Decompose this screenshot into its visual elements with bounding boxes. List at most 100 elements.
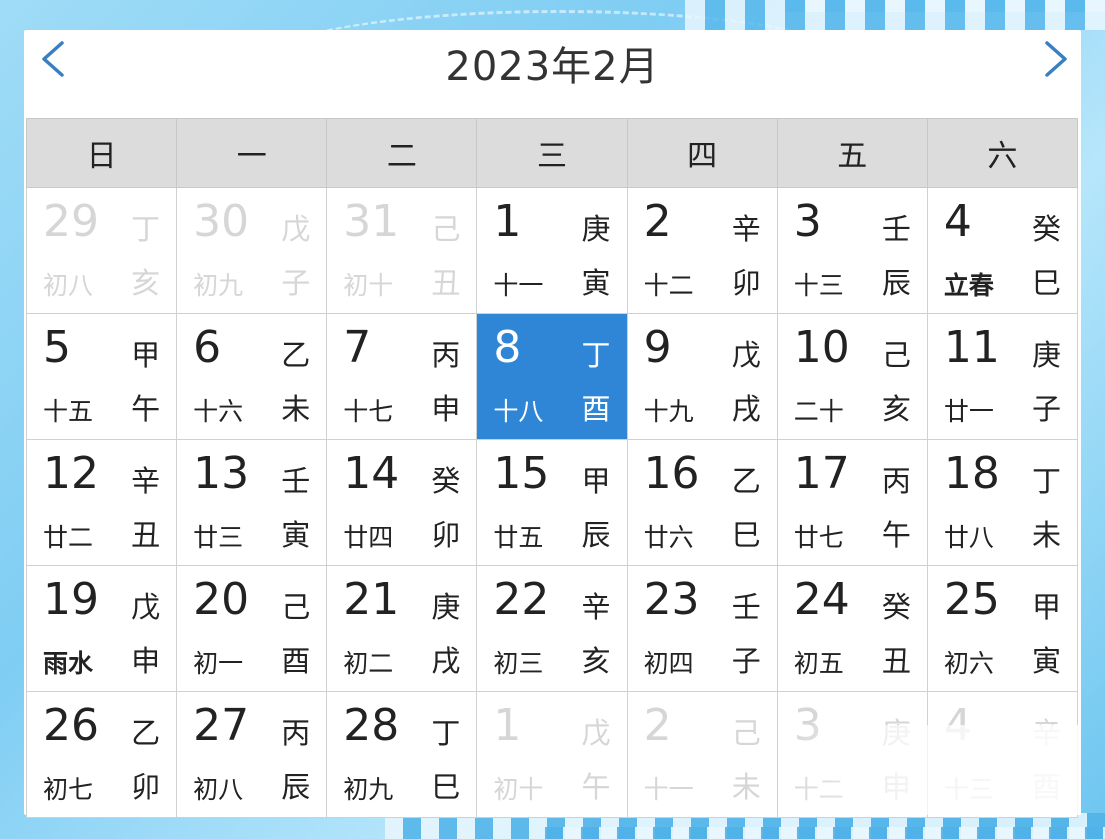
day-cell-wrapper: 1 戊初十 午 [476, 691, 628, 818]
lunar-date: 初一 [193, 649, 244, 678]
ganzhi-stem: 丁 [431, 716, 461, 750]
day-cell[interactable]: 4 癸立春 巳 [928, 188, 1077, 313]
ganzhi-branch: 申 [881, 770, 911, 804]
day-cell[interactable]: 17 丙廿七 午 [778, 440, 927, 565]
day-cell[interactable]: 28 丁初九 巳 [327, 692, 476, 817]
day-number: 10 [793, 322, 850, 373]
day-cell-other-month[interactable]: 4 辛十三 酉 [928, 692, 1077, 817]
day-number: 3 [793, 700, 822, 751]
day-cell[interactable]: 1 庚十一 寅 [477, 188, 626, 313]
ganzhi-branch: 丑 [431, 266, 461, 300]
day-cell[interactable]: 12 辛廿二 丑 [27, 440, 176, 565]
lunar-date: 初十 [343, 271, 394, 300]
next-month-button[interactable] [1033, 32, 1079, 86]
day-cell-wrapper: 22 辛初三 亥 [476, 565, 628, 692]
day-cell-wrapper: 11 庚廿一 子 [926, 313, 1079, 440]
ganzhi-branch: 子 [281, 266, 311, 300]
day-number: 18 [943, 448, 1000, 499]
day-cell[interactable]: 24 癸初五 丑 [778, 566, 927, 691]
lunar-date: 初五 [793, 649, 844, 678]
ganzhi-branch: 巳 [1031, 266, 1061, 300]
day-cell[interactable]: 10 己二十 亥 [778, 314, 927, 439]
week-row: 12 辛廿二 丑 13 壬廿三 寅 14 癸廿四 卯 15 甲廿五 辰 16 乙廿六 巳 17 丙廿七 午 18 丁廿… [25, 439, 1079, 566]
day-cell[interactable]: 27 丙初八 辰 [177, 692, 326, 817]
ganzhi-stem: 丙 [431, 338, 461, 372]
day-cell-wrapper: 30 戊初九 子 [176, 187, 328, 314]
day-cell-wrapper: 17 丙廿七 午 [776, 439, 928, 566]
lunar-date: 廿二 [43, 523, 94, 552]
calendar-grid: 日一二三四五六 29 丁初八亥 30 戊初九子 31 己初十丑 1 庚十一寅 2 辛十二卯 3 壬十三… [25, 118, 1079, 818]
day-number: 4 [943, 196, 972, 247]
day-number: 24 [793, 574, 850, 625]
ganzhi-stem: 壬 [281, 464, 311, 498]
day-number: 3 [793, 196, 822, 247]
day-cell[interactable]: 13 壬廿三 寅 [177, 440, 326, 565]
day-cell[interactable]: 15 甲廿五 辰 [477, 440, 626, 565]
day-cell-other-month[interactable]: 3 庚十二 申 [778, 692, 927, 817]
ganzhi-branch: 卯 [131, 770, 161, 804]
day-cell-other-month[interactable]: 2 己十一 未 [628, 692, 777, 817]
ganzhi-stem: 戊 [731, 338, 761, 372]
calendar-panel: 2023年2月 日一二三四五六 29 丁初八亥 30 戊初九子 31 己初十丑 1 庚十一寅 2… [24, 30, 1081, 818]
day-number: 7 [343, 322, 372, 373]
ganzhi-branch: 申 [431, 392, 461, 426]
day-cell[interactable]: 25 甲初六 寅 [928, 566, 1077, 691]
day-cell-wrapper: 3 庚十二 申 [776, 691, 928, 818]
ganzhi-stem: 癸 [1031, 212, 1061, 246]
weekday-header: 日 [25, 118, 178, 188]
ganzhi-branch: 未 [1031, 518, 1061, 552]
day-cell[interactable]: 16 乙廿六 巳 [628, 440, 777, 565]
lunar-date: 十八 [493, 397, 544, 426]
day-cell[interactable]: 7 丙十七 申 [327, 314, 476, 439]
day-cell[interactable]: 9 戊十九 戌 [628, 314, 777, 439]
day-number: 2 [643, 700, 672, 751]
lunar-date: 初十 [493, 775, 544, 804]
day-cell-other-month[interactable]: 1 戊初十 午 [477, 692, 626, 817]
day-cell-wrapper: 15 甲廿五 辰 [476, 439, 628, 566]
day-cell[interactable]: 22 辛初三 亥 [477, 566, 626, 691]
day-cell[interactable]: 21 庚初二 戌 [327, 566, 476, 691]
day-cell-wrapper: 24 癸初五 丑 [776, 565, 928, 692]
lunar-date: 十六 [193, 397, 244, 426]
ganzhi-branch: 申 [131, 644, 161, 678]
ganzhi-stem: 戊 [281, 212, 311, 246]
day-cell[interactable]: 26 乙初七 卯 [27, 692, 176, 817]
day-cell-wrapper: 19 戊雨水 申 [25, 565, 178, 692]
day-number: 17 [793, 448, 850, 499]
day-number: 13 [193, 448, 250, 499]
day-cell[interactable]: 3 壬十三 辰 [778, 188, 927, 313]
ganzhi-stem: 庚 [581, 212, 611, 246]
day-number: 21 [343, 574, 400, 625]
lunar-date: 十二 [793, 775, 844, 804]
day-number: 26 [43, 700, 99, 751]
ganzhi-stem: 己 [731, 716, 761, 750]
day-cell-other-month[interactable]: 30 戊初九 子 [177, 188, 326, 313]
day-cell[interactable]: 2 辛十二 卯 [628, 188, 777, 313]
day-cell[interactable]: 23 壬初四 子 [628, 566, 777, 691]
ganzhi-stem: 己 [281, 590, 311, 624]
day-cell[interactable]: 18 丁廿八 未 [928, 440, 1077, 565]
day-cell[interactable]: 20 己初一 酉 [177, 566, 326, 691]
day-cell[interactable]: 5 甲十五 午 [27, 314, 176, 439]
day-cell-selected[interactable]: 8 丁十八 酉 [477, 314, 627, 439]
lunar-date: 廿七 [793, 523, 844, 552]
lunar-date: 十三 [943, 775, 994, 804]
ganzhi-stem: 壬 [731, 590, 761, 624]
ganzhi-stem: 癸 [431, 464, 461, 498]
lunar-date: 十二 [643, 271, 694, 300]
weekday-header: 三 [476, 118, 628, 188]
lunar-date: 廿六 [643, 523, 694, 552]
day-cell[interactable]: 6 乙十六 未 [177, 314, 326, 439]
day-cell[interactable]: 19 戊雨水 申 [27, 566, 176, 691]
lunar-date: 初四 [643, 649, 694, 678]
ganzhi-branch: 酉 [1031, 770, 1061, 804]
day-number: 16 [643, 448, 700, 499]
day-cell-other-month[interactable]: 29 丁初八 亥 [27, 188, 176, 313]
day-cell[interactable]: 11 庚廿一 子 [928, 314, 1077, 439]
day-cell-other-month[interactable]: 31 己初十 丑 [327, 188, 476, 313]
day-cell-wrapper: 31 己初十 丑 [326, 187, 478, 314]
day-number: 9 [643, 322, 672, 373]
week-row: 5 甲十五 午 6 乙十六 未 7 丙十七 申 8 丁十八 酉 9 戊十九 戌 10 己二十 亥 11 庚廿一 子 [25, 313, 1079, 440]
day-number: 25 [943, 574, 1000, 625]
day-cell[interactable]: 14 癸廿四 卯 [327, 440, 476, 565]
